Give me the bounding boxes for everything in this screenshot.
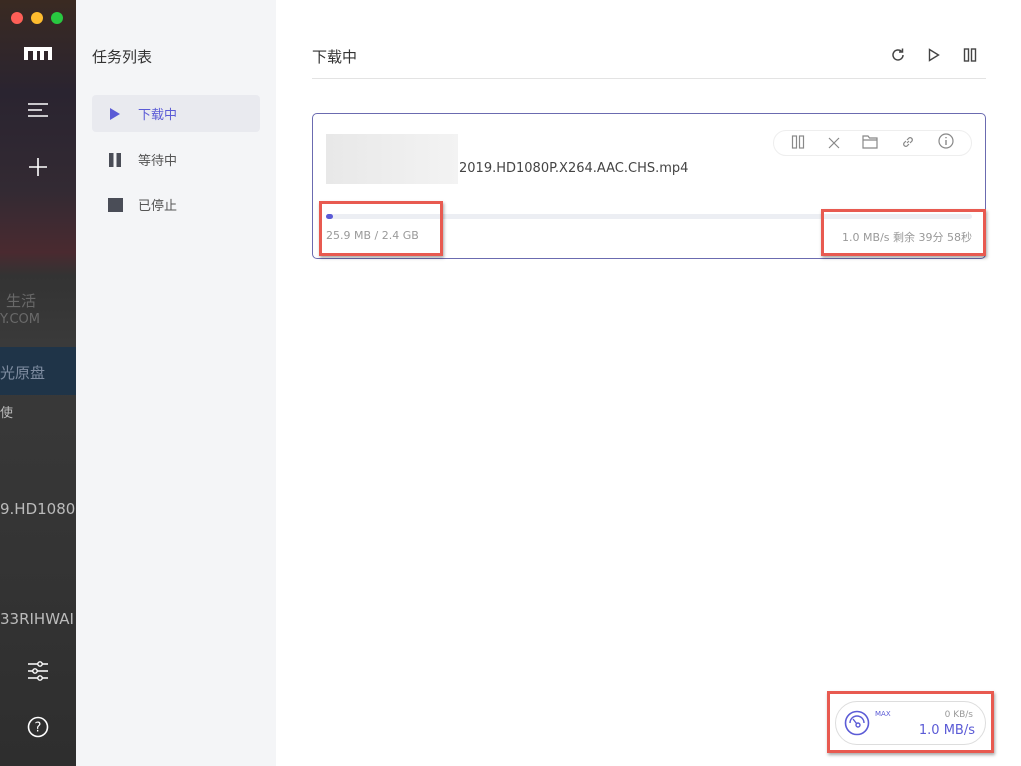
sliders-icon[interactable]: [22, 655, 54, 687]
background-text: 生活: [6, 292, 37, 310]
task-list-panel: 任务列表 下载中 等待中 已停止: [76, 0, 276, 766]
logo-icon: [22, 38, 54, 70]
blurred-thumbnail: [326, 134, 458, 184]
link-icon[interactable]: [901, 134, 915, 153]
upload-speed: 0 KB/s: [944, 710, 973, 720]
pause-icon[interactable]: [791, 134, 805, 153]
app-sidebar: 生活 Y.COM 光原盘 使 9.HD1080 33RIHWAI ?: [0, 0, 76, 766]
minimize-window-button[interactable]: [31, 12, 43, 24]
refresh-icon[interactable]: [888, 45, 908, 65]
plus-icon[interactable]: [22, 151, 54, 183]
window-controls: [11, 12, 63, 24]
close-icon[interactable]: [828, 134, 840, 153]
page-title: 下载中: [312, 48, 358, 66]
background-text: Y.COM: [0, 312, 40, 327]
nav-label: 等待中: [138, 154, 178, 169]
close-window-button[interactable]: [11, 12, 23, 24]
svg-text:?: ?: [35, 721, 42, 736]
download-speed: 1.0 MB/s: [918, 723, 975, 738]
pause-icon: [92, 152, 138, 167]
panel-title: 任务列表: [92, 48, 153, 66]
play-icon[interactable]: [924, 45, 944, 65]
stop-icon: [92, 197, 138, 212]
nav-label: 下载中: [138, 108, 178, 123]
divider: [312, 78, 986, 79]
speedometer-icon: [844, 710, 870, 740]
zoom-window-button[interactable]: [51, 12, 63, 24]
task-filename: 2019.HD1080P.X264.AAC.CHS.mp4: [459, 161, 689, 176]
nav-label: 已停止: [138, 199, 178, 214]
nav-item-waiting[interactable]: 等待中: [92, 141, 260, 178]
nav-item-stopped[interactable]: 已停止: [92, 186, 260, 223]
highlight-box: [319, 201, 443, 256]
speedometer[interactable]: MAX 0 KB/s 1.0 MB/s: [835, 701, 986, 745]
menu-icon[interactable]: [22, 94, 54, 126]
info-icon[interactable]: [938, 133, 954, 153]
pause-icon[interactable]: [960, 45, 980, 65]
folder-icon[interactable]: [862, 134, 879, 153]
highlight-box: [821, 209, 986, 256]
main-area: 下载中 2019.HD1080P.X264.AAC.CHS.mp4 25.9 M…: [276, 0, 1021, 766]
task-actions: [773, 130, 972, 156]
help-icon[interactable]: ?: [22, 711, 54, 743]
background-text: 光原盘: [0, 364, 46, 382]
play-icon: [92, 107, 138, 121]
speed-limit-label: MAX: [875, 710, 891, 718]
background-text: 9.HD1080: [0, 500, 76, 518]
background-text: 33RIHWAI: [0, 610, 74, 628]
nav-item-downloading[interactable]: 下载中: [92, 95, 260, 132]
background-text: 使: [0, 406, 14, 421]
